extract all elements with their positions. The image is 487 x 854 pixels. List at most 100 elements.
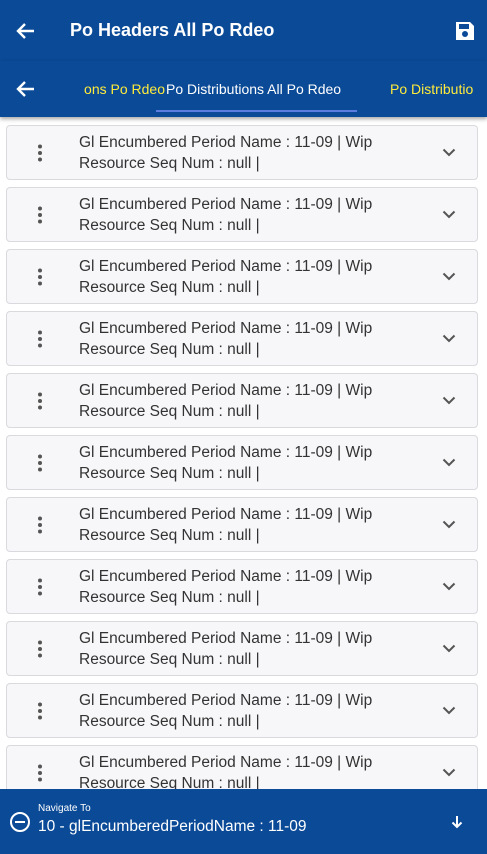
item-line-2: Resource Seq Num : null |	[79, 775, 260, 789]
record-list[interactable]: Gl Encumbered Period Name : 11-09 | Wip R…	[0, 117, 487, 789]
expand-button[interactable]	[421, 622, 477, 675]
chevron-down-icon	[442, 706, 456, 715]
chevron-down-icon	[442, 272, 456, 281]
list-item[interactable]: Gl Encumbered Period Name : 11-09 | Wip R…	[6, 435, 478, 490]
navigate-text: Navigate To 10 - glEncumberedPeriodName …	[36, 803, 427, 837]
navigate-value: 10 - glEncumberedPeriodName : 11-09	[38, 818, 307, 835]
item-line-2: Resource Seq Num : null |	[79, 279, 260, 296]
chevron-down-icon	[442, 148, 456, 157]
item-menu-button[interactable]	[7, 126, 79, 179]
more-vertical-icon	[38, 764, 42, 781]
list-item[interactable]: Gl Encumbered Period Name : 11-09 | Wip R…	[6, 745, 478, 789]
expand-button[interactable]	[421, 560, 477, 613]
expand-button[interactable]	[421, 374, 477, 427]
expand-button[interactable]	[421, 746, 477, 789]
item-menu-button[interactable]	[7, 560, 79, 613]
more-vertical-icon	[38, 578, 42, 595]
item-line-2: Resource Seq Num : null |	[79, 403, 260, 420]
list-item[interactable]: Gl Encumbered Period Name : 11-09 | Wip R…	[6, 311, 478, 366]
item-line-2: Resource Seq Num : null |	[79, 155, 260, 172]
item-text: Gl Encumbered Period Name : 11-09 | Wip R…	[79, 255, 421, 298]
back-button[interactable]	[0, 0, 52, 61]
tab-po-distributions[interactable]: Po Distributio	[390, 61, 473, 117]
tab-po-distributions-all-po-rdeo[interactable]: Po Distributions All Po Rdeo	[155, 61, 358, 117]
item-line-2: Resource Seq Num : null |	[79, 589, 260, 606]
item-line-1: Gl Encumbered Period Name : 11-09 | Wip	[79, 382, 373, 399]
item-text: Gl Encumbered Period Name : 11-09 | Wip R…	[79, 131, 421, 174]
expand-button[interactable]	[421, 436, 477, 489]
expand-button[interactable]	[421, 684, 477, 737]
item-line-2: Resource Seq Num : null |	[79, 651, 260, 668]
expand-button[interactable]	[421, 126, 477, 179]
more-vertical-icon	[38, 516, 42, 533]
chevron-down-icon	[442, 520, 456, 529]
item-text: Gl Encumbered Period Name : 11-09 | Wip R…	[79, 317, 421, 360]
more-vertical-icon	[38, 206, 42, 223]
item-line-1: Gl Encumbered Period Name : 11-09 | Wip	[79, 134, 373, 151]
item-text: Gl Encumbered Period Name : 11-09 | Wip R…	[79, 689, 421, 732]
navigate-down-button[interactable]	[427, 789, 487, 854]
item-line-1: Gl Encumbered Period Name : 11-09 | Wip	[79, 258, 373, 275]
item-line-1: Gl Encumbered Period Name : 11-09 | Wip	[79, 754, 373, 771]
item-menu-button[interactable]	[7, 250, 79, 303]
chevron-down-icon	[442, 396, 456, 405]
list-item[interactable]: Gl Encumbered Period Name : 11-09 | Wip R…	[6, 683, 478, 738]
arrow-left-icon	[16, 22, 34, 39]
item-line-1: Gl Encumbered Period Name : 11-09 | Wip	[79, 444, 373, 461]
collapse-button[interactable]	[0, 789, 36, 854]
item-line-1: Gl Encumbered Period Name : 11-09 | Wip	[79, 506, 373, 523]
more-vertical-icon	[38, 392, 42, 409]
list-item[interactable]: Gl Encumbered Period Name : 11-09 | Wip R…	[6, 497, 478, 552]
item-line-2: Resource Seq Num : null |	[79, 465, 260, 482]
list-item[interactable]: Gl Encumbered Period Name : 11-09 | Wip R…	[6, 249, 478, 304]
item-text: Gl Encumbered Period Name : 11-09 | Wip R…	[79, 565, 421, 608]
chevron-down-icon	[442, 644, 456, 653]
minus-circle-icon	[10, 811, 30, 832]
more-vertical-icon	[38, 702, 42, 719]
item-line-1: Gl Encumbered Period Name : 11-09 | Wip	[79, 630, 373, 647]
tabs-viewport: ons Po Rdeo Po Distributions All Po Rdeo…	[52, 61, 487, 117]
page-title: Po Headers All Po Rdeo	[70, 20, 275, 40]
expand-button[interactable]	[421, 250, 477, 303]
chevron-down-icon	[442, 334, 456, 343]
list-item[interactable]: Gl Encumbered Period Name : 11-09 | Wip R…	[6, 373, 478, 428]
more-vertical-icon	[38, 330, 42, 347]
item-text: Gl Encumbered Period Name : 11-09 | Wip R…	[79, 193, 421, 236]
expand-button[interactable]	[421, 188, 477, 241]
item-text: Gl Encumbered Period Name : 11-09 | Wip R…	[79, 379, 421, 422]
item-menu-button[interactable]	[7, 622, 79, 675]
item-line-1: Gl Encumbered Period Name : 11-09 | Wip	[79, 320, 373, 337]
item-menu-button[interactable]	[7, 374, 79, 427]
item-text: Gl Encumbered Period Name : 11-09 | Wip R…	[79, 627, 421, 670]
save-icon	[456, 21, 474, 40]
tabs-back-button[interactable]	[0, 61, 52, 117]
item-menu-button[interactable]	[7, 746, 79, 789]
chevron-down-icon	[442, 458, 456, 467]
expand-button[interactable]	[421, 312, 477, 365]
navigate-label: Navigate To	[38, 803, 91, 814]
item-menu-button[interactable]	[7, 188, 79, 241]
item-text: Gl Encumbered Period Name : 11-09 | Wip R…	[79, 751, 421, 789]
item-menu-button[interactable]	[7, 312, 79, 365]
item-menu-button[interactable]	[7, 498, 79, 551]
arrow-left-icon	[16, 81, 34, 97]
more-vertical-icon	[38, 144, 42, 161]
list-item[interactable]: Gl Encumbered Period Name : 11-09 | Wip R…	[6, 187, 478, 242]
item-menu-button[interactable]	[7, 684, 79, 737]
list-item[interactable]: Gl Encumbered Period Name : 11-09 | Wip R…	[6, 621, 478, 676]
item-line-2: Resource Seq Num : null |	[79, 217, 260, 234]
item-line-1: Gl Encumbered Period Name : 11-09 | Wip	[79, 692, 373, 709]
more-vertical-icon	[38, 640, 42, 657]
more-vertical-icon	[38, 454, 42, 471]
list-item[interactable]: Gl Encumbered Period Name : 11-09 | Wip R…	[6, 125, 478, 180]
item-text: Gl Encumbered Period Name : 11-09 | Wip R…	[79, 441, 421, 484]
save-button[interactable]	[443, 0, 487, 61]
item-text: Gl Encumbered Period Name : 11-09 | Wip R…	[79, 503, 421, 546]
navigate-bar[interactable]: Navigate To 10 - glEncumberedPeriodName …	[0, 789, 487, 854]
tab-po-distributions-po-rdeo[interactable]: ons Po Rdeo	[84, 61, 165, 117]
list-item[interactable]: Gl Encumbered Period Name : 11-09 | Wip R…	[6, 559, 478, 614]
item-line-2: Resource Seq Num : null |	[79, 713, 260, 730]
expand-button[interactable]	[421, 498, 477, 551]
item-line-1: Gl Encumbered Period Name : 11-09 | Wip	[79, 568, 373, 585]
item-menu-button[interactable]	[7, 436, 79, 489]
